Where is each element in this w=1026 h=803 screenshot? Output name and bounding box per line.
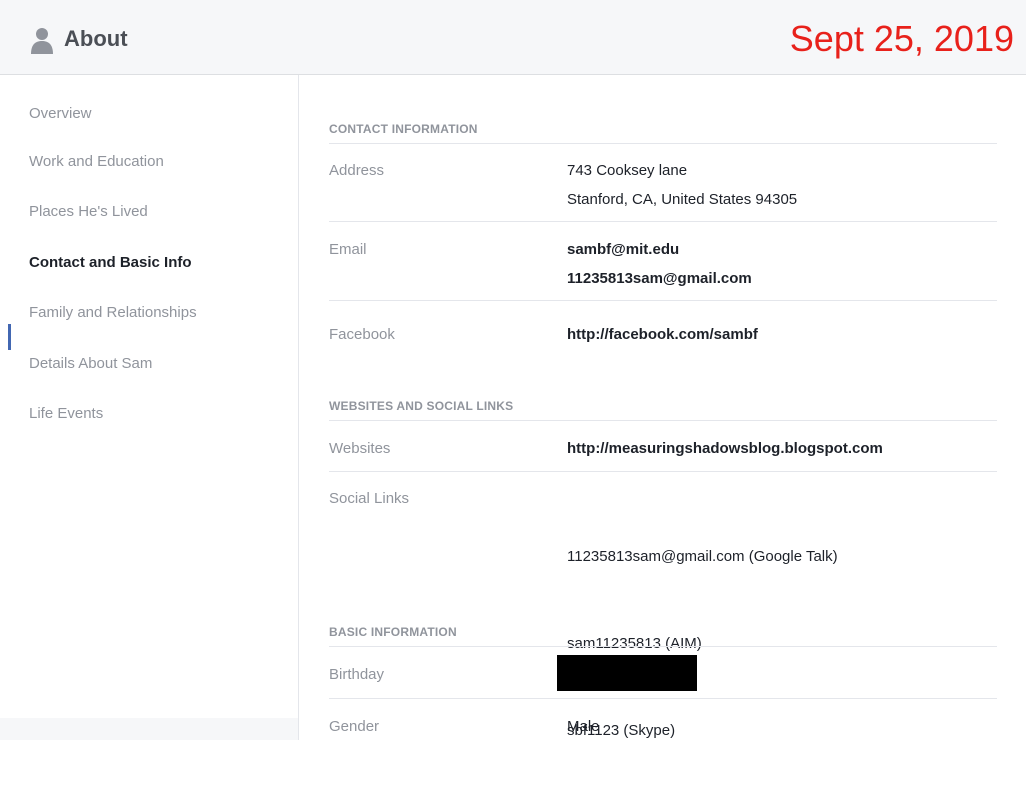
social-link-aim: sam11235813 (AIM) [567,635,702,652]
sidebar-item-details-about[interactable]: Details About Sam [29,355,152,372]
email-label: Email [329,241,367,258]
sidebar-item-contact-basic-info[interactable]: Contact and Basic Info [29,254,192,271]
birthday-label: Birthday [329,666,385,683]
websites-label: Websites [329,440,391,457]
divider [329,646,997,647]
divider [329,420,997,421]
sidebar-item-places-lived[interactable]: Places He's Lived [29,203,148,220]
address-line-1: 743 Cooksey lane [567,162,688,179]
sidebar-item-life-events[interactable]: Life Events [29,405,103,422]
social-link-google-talk: 11235813sam@gmail.com (Google Talk) [567,548,838,565]
divider [329,221,997,222]
social-link-skype: sbf1123 (Skype) [567,722,676,739]
social-links-value: 11235813sam@gmail.com (Google Talk) sam1… [567,484,838,803]
address-value: 743 Cooksey lane Stanford, CA, United St… [567,156,797,214]
facebook-link[interactable]: http://facebook.com/sambf [567,320,758,349]
divider [329,471,997,472]
sidebar-footer-band [0,718,298,740]
email-link-1[interactable]: sambf@mit.edu [567,235,752,264]
redacted-birthday [557,655,697,691]
gender-label: Gender [329,718,380,735]
sidebar-item-work-education[interactable]: Work and Education [29,153,164,170]
date-stamp: Sept 25, 2019 [789,18,1014,59]
contact-basic-info-panel: CONTACT INFORMATION Address 743 Cooksey … [299,75,1026,740]
address-line-2: Stanford, CA, United States 94305 [567,191,798,208]
social-links-label: Social Links [329,490,410,507]
person-icon [31,28,53,54]
divider [329,143,997,144]
website-link[interactable]: http://measuringshadowsblog.blogspot.com [567,434,883,463]
about-sidebar: Overview Work and Education Places He's … [0,75,299,740]
section-heading-basic: BASIC INFORMATION [329,625,457,639]
gender-value: Male [567,718,600,735]
email-value: sambf@mit.edu 11235813sam@gmail.com [567,235,752,293]
about-header: About Sept 25, 2019 [0,0,1026,75]
active-nav-marker [8,324,11,350]
address-label: Address [329,162,385,179]
email-link-2[interactable]: 11235813sam@gmail.com [567,264,752,293]
facebook-label: Facebook [329,326,395,343]
section-heading-contact: CONTACT INFORMATION [329,122,478,136]
section-heading-websites: WEBSITES AND SOCIAL LINKS [329,399,514,413]
about-title: About [64,26,128,51]
divider [329,300,997,301]
sidebar-item-overview[interactable]: Overview [29,105,92,122]
sidebar-item-family-relationships[interactable]: Family and Relationships [29,304,197,321]
divider [329,698,997,699]
